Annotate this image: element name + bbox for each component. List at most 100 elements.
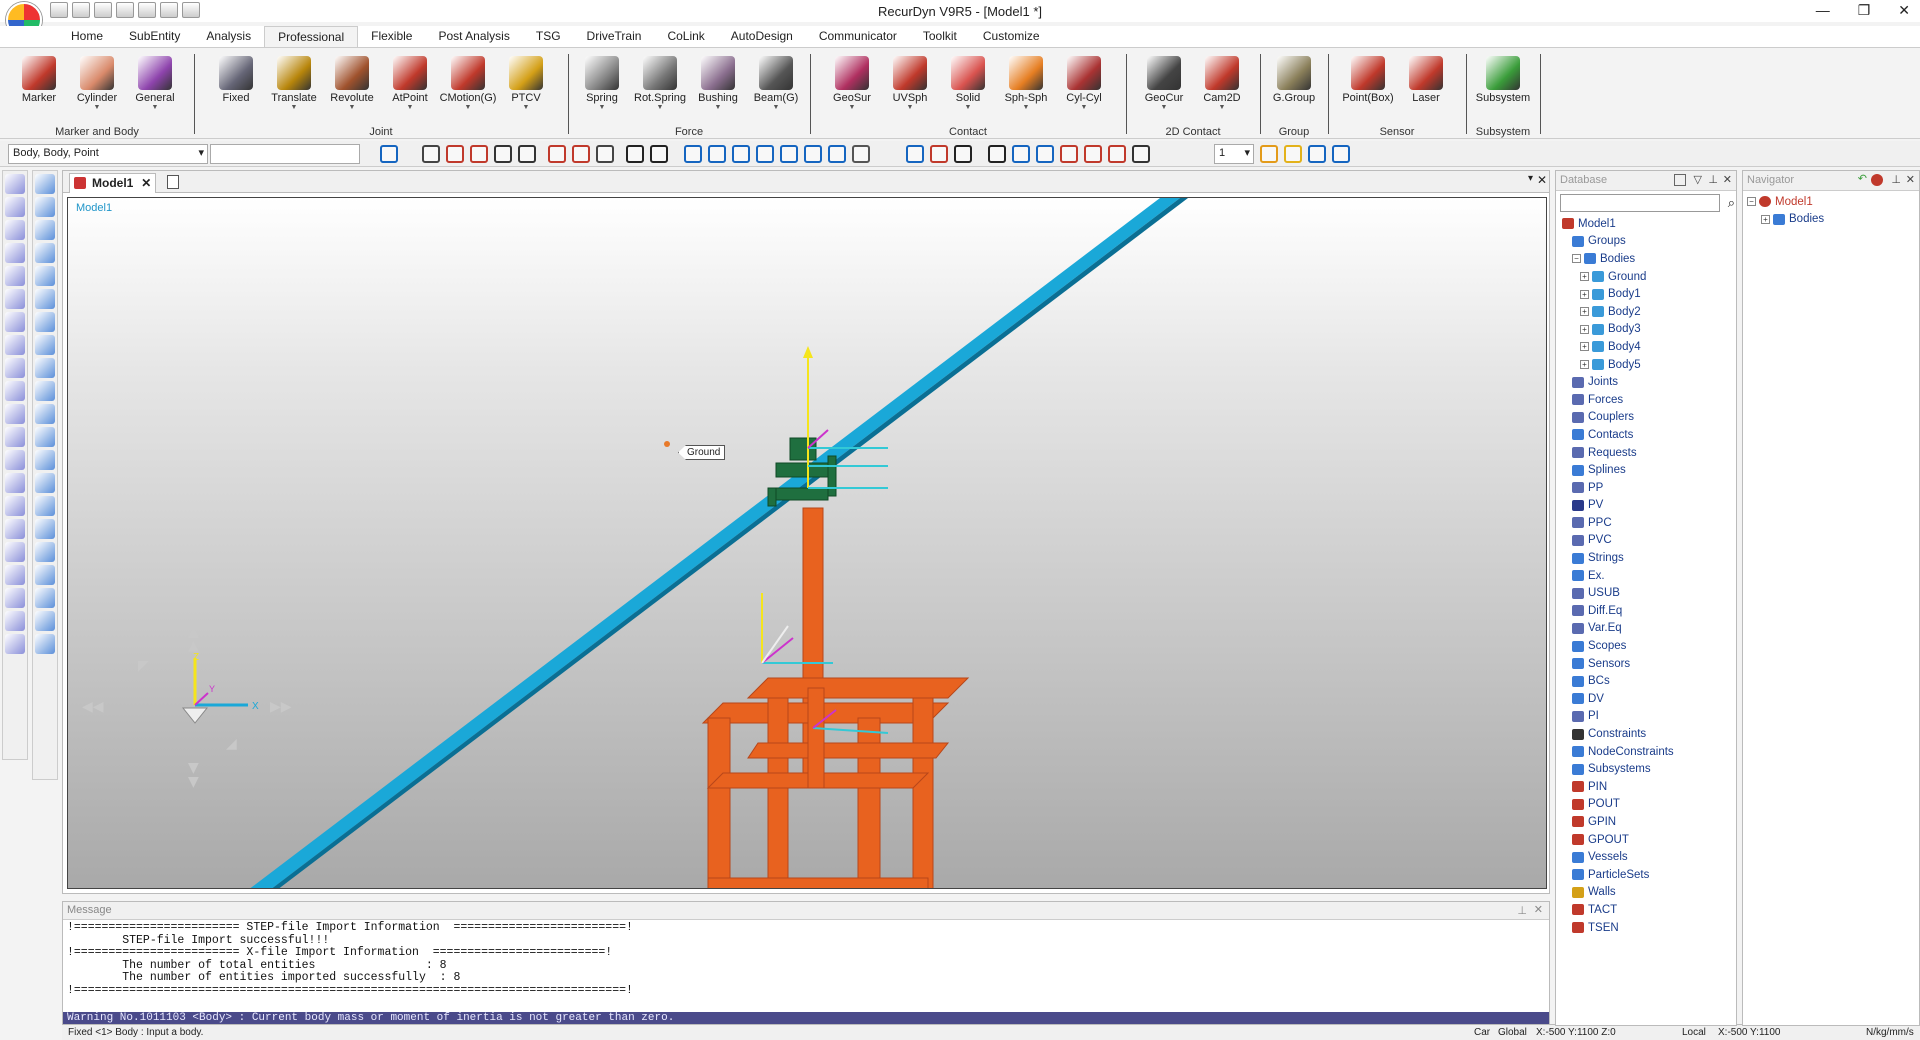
box-back-icon[interactable]	[35, 358, 55, 378]
rotate-down-arrow-icon[interactable]: ▼	[188, 774, 199, 790]
chevron-down-icon[interactable]: ▼	[68, 104, 126, 112]
apply-icon[interactable]	[380, 145, 398, 163]
rotate-up-arrow-icon[interactable]: ▲	[188, 638, 199, 654]
tree-item-bodies[interactable]: − Bodies	[1560, 250, 1736, 268]
contact-icon[interactable]	[5, 473, 25, 493]
close-icon[interactable]: ✕	[1723, 173, 1732, 186]
tree-item-groups[interactable]: Groups	[1560, 233, 1736, 251]
tree-item-ex-[interactable]: Ex.	[1560, 567, 1736, 585]
force-icon[interactable]	[5, 450, 25, 470]
box-left-icon[interactable]	[35, 381, 55, 401]
tab-flexible[interactable]: Flexible	[358, 26, 425, 48]
text-display-icon[interactable]	[954, 145, 972, 163]
render-mode-icon[interactable]	[1060, 145, 1078, 163]
hide-icon[interactable]	[5, 358, 25, 378]
chevron-down-icon[interactable]: ▼	[265, 104, 323, 112]
box-iso-icon[interactable]	[35, 473, 55, 493]
general-button[interactable]: General ▼	[126, 52, 184, 118]
tree-item-model1[interactable]: Model1	[1560, 215, 1736, 233]
subsystem-select-icon[interactable]	[5, 634, 25, 654]
database-search-input[interactable]: ⌕	[1560, 194, 1735, 212]
tree-item-gpout[interactable]: GPOUT	[1560, 831, 1736, 849]
grid-xy-icon[interactable]	[5, 266, 25, 286]
chevron-down-icon[interactable]: ▼	[126, 104, 184, 112]
cylinder-button[interactable]: Cylinder ▼	[68, 52, 126, 118]
cyl-cyl-button[interactable]: Cyl-Cyl ▼	[1055, 52, 1113, 118]
grid-snap-icon[interactable]	[572, 145, 590, 163]
shading-icon[interactable]	[626, 145, 644, 163]
chevron-down-icon[interactable]: ▼	[1135, 104, 1193, 112]
tab-post-analysis[interactable]: Post Analysis	[425, 26, 522, 48]
document-close-icon[interactable]: ✕	[1537, 173, 1547, 187]
view-zx-icon[interactable]	[35, 266, 55, 286]
view-iso-icon[interactable]	[828, 145, 846, 163]
rotate-left-arrow-icon[interactable]: ◀◀	[82, 699, 104, 715]
tree-item-subsystems[interactable]: Subsystems	[1560, 760, 1736, 778]
subsystem-button[interactable]: Subsystem	[1474, 52, 1532, 118]
navigator-item-model1[interactable]: − Model1	[1747, 193, 1915, 211]
scale-icon[interactable]	[35, 588, 55, 608]
chevron-down-icon[interactable]: ▼	[573, 104, 631, 112]
tab-model1[interactable]: Model1 ✕	[69, 173, 157, 193]
layer-icon[interactable]	[1284, 145, 1302, 163]
eraser-icon[interactable]	[1332, 145, 1350, 163]
show-icon[interactable]	[5, 381, 25, 401]
chevron-down-icon[interactable]: ▼	[1193, 104, 1251, 112]
view-render-icon[interactable]	[852, 145, 870, 163]
chevron-down-icon[interactable]: ▼	[631, 104, 689, 112]
sph-sph-button[interactable]: Sph-Sph ▼	[997, 52, 1055, 118]
tree-item-ground[interactable]: + Ground	[1560, 268, 1736, 286]
expand-icon[interactable]: +	[1580, 289, 1589, 299]
chevron-down-icon[interactable]: ▼	[881, 104, 939, 112]
select-edge-icon[interactable]	[5, 243, 25, 263]
tree-item-splines[interactable]: Splines	[1560, 461, 1736, 479]
select-back-icon[interactable]	[5, 197, 25, 217]
pan-icon[interactable]	[422, 145, 440, 163]
tree-item-constraints[interactable]: Constraints	[1560, 725, 1736, 743]
render-mode-2-icon[interactable]	[1084, 145, 1102, 163]
rotate-diagonal-arrow-icon[interactable]: ◢	[226, 736, 237, 752]
view-front-icon[interactable]	[684, 145, 702, 163]
shield-icon[interactable]	[1308, 145, 1326, 163]
snap-icon[interactable]	[548, 145, 566, 163]
tab-autodesign[interactable]: AutoDesign	[718, 26, 806, 48]
close-icon[interactable]: ✕	[1906, 173, 1915, 186]
pin-icon[interactable]: ⊥	[1517, 904, 1527, 917]
move-icon[interactable]	[35, 565, 55, 585]
selection-filter-select[interactable]: Body, Body, Point ▾	[8, 144, 208, 164]
rotate-diagonal-arrow-icon[interactable]: ◤	[138, 658, 149, 674]
tree-item-diff-eq[interactable]: Diff.Eq	[1560, 602, 1736, 620]
tree-item-var-eq[interactable]: Var.Eq	[1560, 620, 1736, 638]
cam2d-button[interactable]: Cam2D ▼	[1193, 52, 1251, 118]
close-icon[interactable]: ✕	[1534, 903, 1543, 916]
grid-icon[interactable]	[906, 145, 924, 163]
chevron-down-icon[interactable]: ▼	[823, 104, 881, 112]
tree-item-tact[interactable]: TACT	[1560, 901, 1736, 919]
rot-spring-button[interactable]: Rot.Spring ▼	[631, 52, 689, 118]
tree-item-ppc[interactable]: PPC	[1560, 514, 1736, 532]
tree-item-strings[interactable]: Strings	[1560, 549, 1736, 567]
dynamic-rotate-icon[interactable]	[470, 145, 488, 163]
chevron-down-icon[interactable]: ▼	[997, 104, 1055, 112]
entity-name-input[interactable]	[210, 144, 360, 164]
solid-button[interactable]: Solid ▼	[939, 52, 997, 118]
beam-g--button[interactable]: Beam(G) ▼	[747, 52, 805, 118]
expand-icon[interactable]: +	[1580, 342, 1589, 352]
tab-communicator[interactable]: Communicator	[806, 26, 910, 48]
box-right-icon[interactable]	[35, 404, 55, 424]
tree-item-gpin[interactable]: GPIN	[1560, 813, 1736, 831]
tree-item-dv[interactable]: DV	[1560, 690, 1736, 708]
back-arrow-icon[interactable]: ↶	[1858, 172, 1867, 185]
select-box-icon[interactable]	[596, 145, 614, 163]
close-tab-icon[interactable]: ✕	[141, 176, 151, 190]
revolute-button[interactable]: Revolute ▼	[323, 52, 381, 118]
tree-item-pi[interactable]: PI	[1560, 708, 1736, 726]
tree-item-body4[interactable]: + Body4	[1560, 338, 1736, 356]
collapse-icon[interactable]: −	[1747, 197, 1756, 207]
expand-icon[interactable]: +	[1580, 307, 1589, 317]
laser-button[interactable]: Laser	[1397, 52, 1455, 118]
polygon-select-icon[interactable]	[5, 588, 25, 608]
collapse-icon[interactable]: −	[1572, 254, 1581, 264]
tab-analysis[interactable]: Analysis	[193, 26, 264, 48]
translate-button[interactable]: Translate ▼	[265, 52, 323, 118]
